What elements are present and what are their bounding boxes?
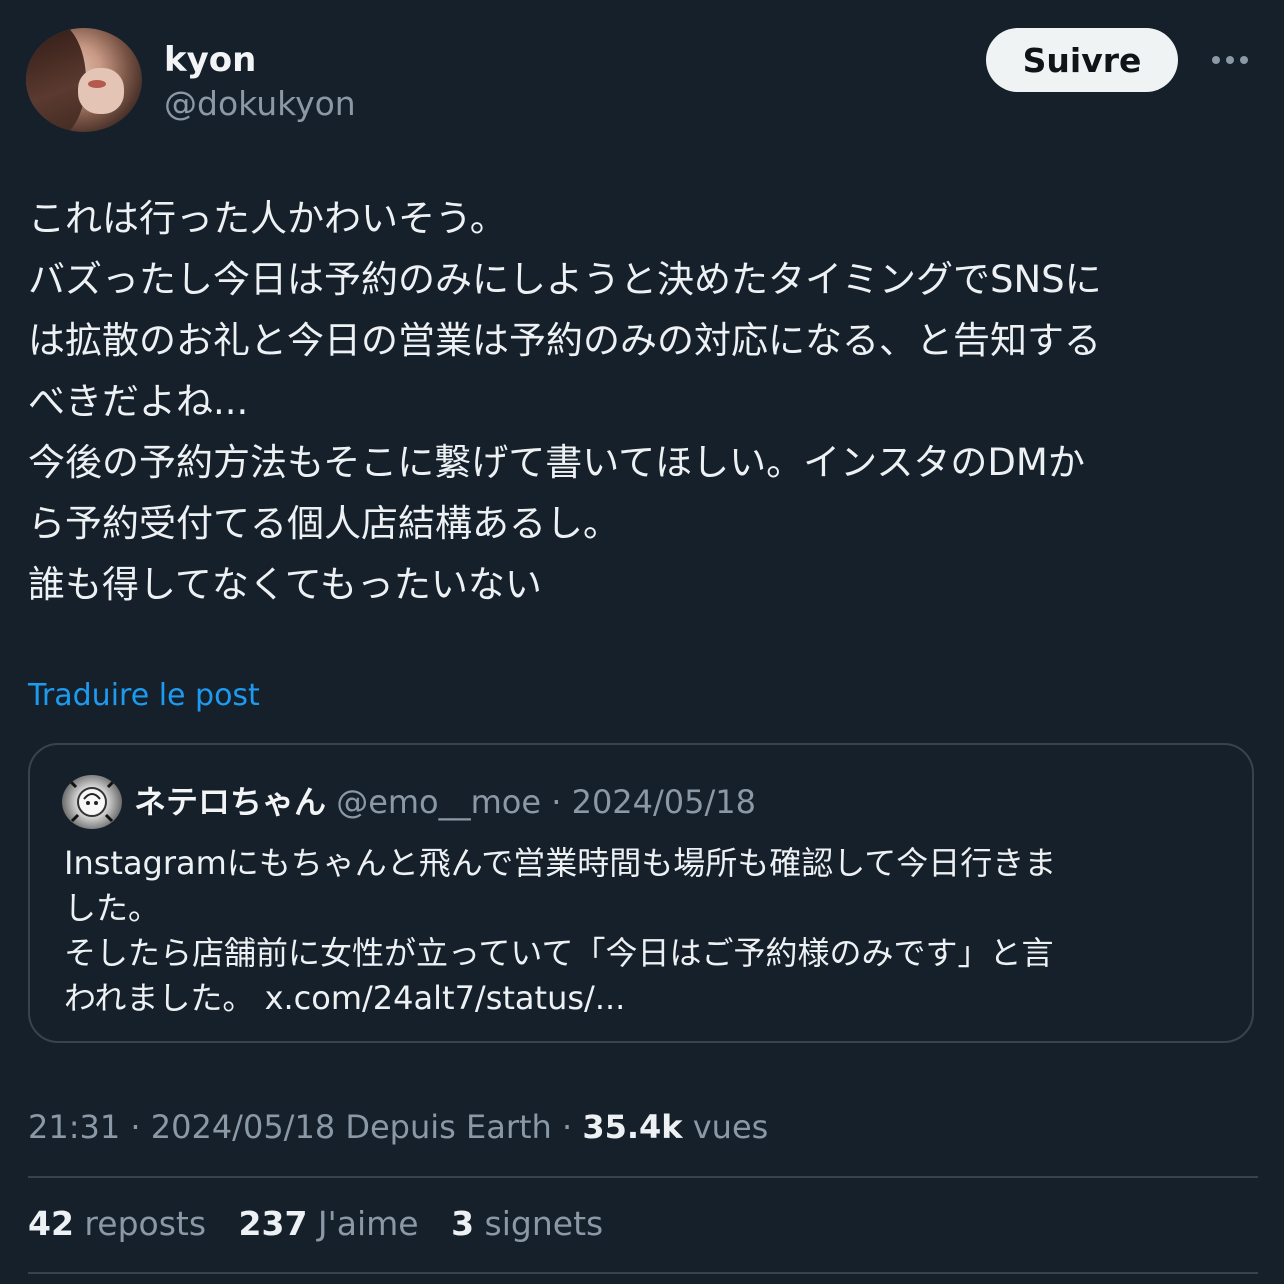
more-horizontal-icon: [1212, 56, 1220, 64]
quoted-post-card[interactable]: ネテロちゃん @emo__moe · 2024/05/18 Instagramに…: [28, 743, 1254, 1043]
quoted-post-body: Instagramにもちゃんと飛んで営業時間も場所も確認して今日行きま した。 …: [64, 841, 1224, 1021]
author-handle[interactable]: @dokukyon: [164, 84, 356, 123]
more-options-button[interactable]: [1206, 42, 1254, 78]
views-label: vues: [682, 1108, 769, 1146]
post-line: べきだよね...: [28, 380, 249, 423]
quoted-post-line: Instagramにもちゃんと飛んで営業時間も場所も確認して今日行きま: [64, 844, 1057, 882]
likes-label: J'aime: [307, 1204, 419, 1243]
avatar-hair: [26, 28, 86, 132]
post-line: は拡散のお礼と今日の営業は予約のみの対応になる、と告知する: [28, 319, 1101, 362]
post-timestamp[interactable]: 21:31 · 2024/05/18 Depuis Earth ·: [28, 1108, 582, 1146]
bookmarks-label: signets: [474, 1204, 604, 1243]
more-horizontal-icon-dot: [1240, 56, 1248, 64]
translate-post-link[interactable]: Traduire le post: [28, 678, 260, 713]
bookmarks-count: 3: [451, 1204, 475, 1243]
divider: [28, 1272, 1258, 1274]
post-line: 今後の予約方法もそこに繋げて書いてほしい。インスタのDMか: [28, 441, 1085, 484]
views-count: 35.4k: [582, 1108, 683, 1146]
post-line: バズったし今日は予約のみにしようと決めたタイミングでSNSに: [28, 258, 1102, 301]
reposts-count: 42: [28, 1204, 74, 1243]
follow-button[interactable]: Suivre: [986, 28, 1178, 92]
reposts-label: reposts: [73, 1204, 207, 1243]
post-line: これは行った人かわいそう。: [28, 197, 507, 240]
post-line: 誰も得してなくてもったいない: [28, 563, 542, 606]
post-meta-line: 21:31 · 2024/05/18 Depuis Earth · 35.4k …: [28, 1108, 768, 1146]
reposts-stat[interactable]: 42 reposts: [28, 1204, 206, 1243]
quoted-post-line: そしたら店舗前に女性が立っていて「今日はご予約様のみです」と言: [64, 934, 1054, 972]
bookmarks-stat[interactable]: 3 signets: [451, 1204, 603, 1243]
quoted-post-line: われました。 x.com/24alt7/status/...: [64, 979, 626, 1017]
likes-stat[interactable]: 237 J'aime: [239, 1204, 419, 1243]
quoted-author-meta: @emo__moe · 2024/05/18: [336, 783, 757, 821]
avatar-illustration: [68, 779, 116, 823]
avatar-lips: [88, 80, 106, 88]
quoted-post-header: ネテロちゃん @emo__moe · 2024/05/18: [134, 777, 756, 823]
quoted-author-name[interactable]: ネテロちゃん: [134, 783, 326, 821]
author-display-name[interactable]: kyon: [164, 40, 256, 80]
engagement-stats: 42 reposts 237 J'aime 3 signets: [28, 1204, 625, 1243]
more-horizontal-icon-dot: [1226, 56, 1234, 64]
divider: [28, 1176, 1258, 1178]
avatar-hand: [78, 68, 124, 114]
post-body: これは行った人かわいそう。 バズったし今日は予約のみにしようと決めたタイミングで…: [28, 188, 1264, 615]
quoted-post-line: した。: [64, 889, 161, 927]
post-line: ら予約受付てる個人店結構あるし。: [28, 502, 620, 545]
quoted-author-avatar: [62, 775, 122, 829]
author-avatar[interactable]: [26, 28, 142, 132]
likes-count: 237: [238, 1204, 308, 1243]
